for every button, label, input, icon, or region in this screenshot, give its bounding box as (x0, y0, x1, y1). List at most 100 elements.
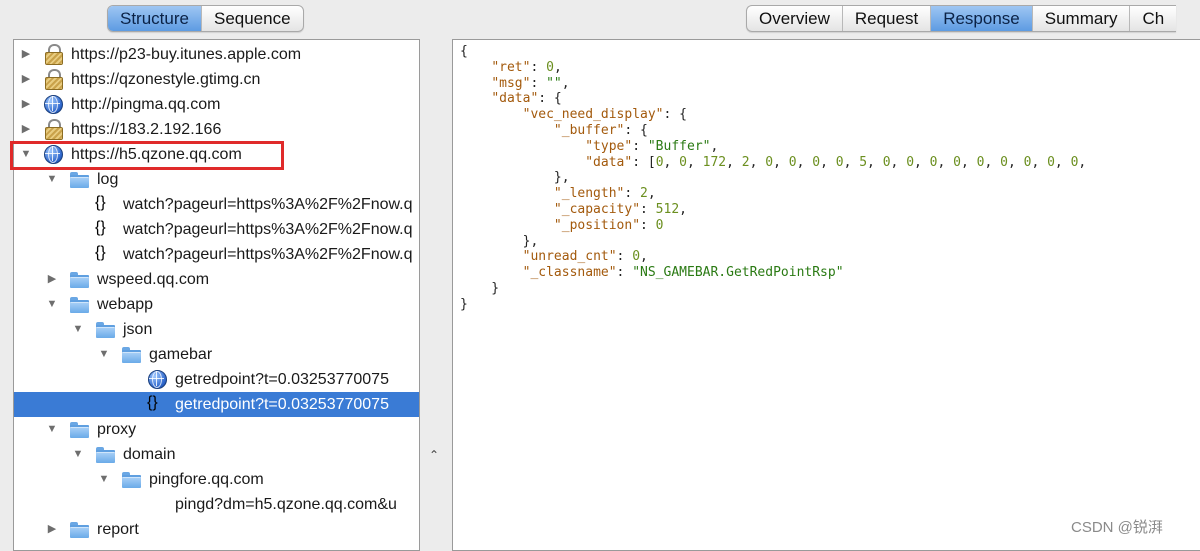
tree-row-label: gamebar (149, 346, 213, 363)
json-punct: : (616, 265, 633, 281)
json-punct: } (460, 280, 500, 296)
disclosure-expanded-icon[interactable]: ▼ (72, 442, 84, 467)
disclosure-collapsed-icon[interactable]: ▶ (46, 517, 58, 542)
json-punct: , (1031, 154, 1048, 170)
json-key: "data" (585, 154, 633, 170)
json-punct: : (530, 75, 547, 91)
scroll-up-icon[interactable]: ⌃ (429, 448, 439, 462)
json-punct: , (867, 154, 883, 170)
json-punct: : (530, 59, 547, 75)
response-json-body: { "ret": 0, "msg": "", "data": { "vec_ne… (460, 44, 1086, 313)
tree-row[interactable]: ▶ wspeed.qq.com (14, 267, 419, 292)
tree-row[interactable]: ▼ domain (14, 442, 419, 467)
tree-row-label: proxy (97, 421, 137, 438)
folder-icon (69, 519, 89, 539)
json-line: }, (460, 233, 539, 249)
tree-row-label: watch?pageurl=https%3A%2F%2Fnow.q (123, 221, 413, 238)
tree-row[interactable]: ▼ json (14, 317, 419, 342)
tree-row[interactable]: ▼ gamebar (14, 342, 419, 367)
lock-icon (43, 119, 63, 140)
disclosure-expanded-icon[interactable]: ▼ (46, 167, 58, 192)
disclosure-expanded-icon[interactable]: ▼ (72, 317, 84, 342)
disclosure-collapsed-icon[interactable]: ▶ (20, 92, 32, 117)
json-line: "ret": 0, (460, 59, 561, 75)
json-line: }, (460, 170, 570, 185)
disclosure-expanded-icon[interactable]: ▼ (46, 417, 58, 442)
json-line: "unread_cnt": 0, (460, 249, 648, 264)
json-punct (460, 60, 491, 75)
json-punct: , (984, 154, 1001, 170)
structure-tree-panel: ▶ https://p23-buy.itunes.apple.com ▶ https:… (13, 39, 420, 551)
json-line: "vec_need_display": { (460, 107, 687, 122)
disclosure-collapsed-icon[interactable]: ▶ (46, 267, 58, 292)
tab-request[interactable]: Request (843, 6, 932, 31)
json-number: 0 (679, 154, 687, 170)
tree-row[interactable]: ▶ https://qzonestyle.gtimg.cn (14, 67, 419, 92)
json-punct (460, 76, 491, 91)
tab-summary[interactable]: Summary (1033, 6, 1131, 31)
json-punct (460, 186, 554, 201)
tree-row-label: https://p23-buy.itunes.apple.com (71, 46, 302, 63)
tree-row[interactable]: ▼ log (14, 167, 419, 192)
json-punct: , (890, 154, 907, 170)
disclosure-expanded-icon[interactable]: ▼ (98, 342, 110, 367)
tree-row[interactable]: pingd?dm=h5.qzone.qq.com&u (14, 492, 419, 517)
tree-row[interactable]: {} getredpoint?t=0.03253770075 (14, 392, 419, 417)
tab-structure[interactable]: Structure (108, 6, 202, 31)
json-punct: }, (460, 170, 570, 186)
tab-chart[interactable]: Ch (1130, 6, 1176, 31)
view-mode-segmented-control: Structure Sequence (107, 5, 304, 32)
tree-row[interactable]: ▼ pingfore.qq.com (14, 467, 419, 492)
json-string: "" (546, 75, 562, 91)
folder-icon (69, 294, 89, 314)
json-line: "data": [0, 0, 172, 2, 0, 0, 0, 0, 5, 0,… (460, 155, 1086, 170)
json-key: "msg" (491, 75, 531, 91)
json-number: 0 (882, 154, 891, 170)
json-punct: : [ (632, 154, 656, 170)
json-string: "Buffer" (647, 138, 711, 154)
json-line: "_capacity": 512, (460, 202, 687, 217)
json-punct: : (640, 217, 656, 233)
globe-icon (147, 369, 167, 389)
tree-row[interactable]: ▶ https://p23-buy.itunes.apple.com (14, 42, 419, 67)
disclosure-collapsed-icon[interactable]: ▶ (20, 67, 32, 92)
tree-row[interactable]: {} watch?pageurl=https%3A%2F%2Fnow.q (14, 192, 419, 217)
json-line: } (460, 281, 499, 296)
json-line: "data": { (460, 91, 561, 106)
json-punct (460, 139, 585, 154)
tree-row-label: watch?pageurl=https%3A%2F%2Fnow.q (123, 246, 413, 263)
json-punct: , (1078, 154, 1087, 170)
json-number: 2 (741, 154, 750, 170)
json-punct: : { (624, 122, 648, 138)
tree-row[interactable]: {} watch?pageurl=https%3A%2F%2Fnow.q (14, 242, 419, 267)
tree-row[interactable]: {} watch?pageurl=https%3A%2F%2Fnow.q (14, 217, 419, 242)
json-number: 0 (1000, 154, 1008, 170)
tree-row[interactable]: getredpoint?t=0.03253770075 (14, 367, 419, 392)
disclosure-expanded-icon[interactable]: ▼ (98, 467, 110, 492)
tree-row[interactable]: ▼ proxy (14, 417, 419, 442)
tree-row[interactable]: ▼ webapp (14, 292, 419, 317)
tree-row-label: report (97, 521, 139, 538)
json-number: 0 (546, 59, 554, 75)
tree-row-label: http://pingma.qq.com (71, 96, 221, 113)
tree-row[interactable]: ▶ report (14, 517, 419, 542)
json-punct: , (640, 249, 648, 265)
disclosure-expanded-icon[interactable]: ▼ (46, 292, 58, 317)
json-punct: , (796, 154, 813, 170)
tree-row[interactable]: ▶ https://183.2.192.166 (14, 117, 419, 142)
tab-response[interactable]: Response (931, 6, 1033, 31)
disclosure-collapsed-icon[interactable]: ▶ (20, 117, 32, 142)
json-punct: , (937, 154, 954, 170)
tree-row[interactable]: ▶ http://pingma.qq.com (14, 92, 419, 117)
json-punct: , (663, 154, 680, 170)
json-doc-icon: {} (95, 244, 106, 261)
json-key: "type" (585, 138, 633, 154)
tab-sequence[interactable]: Sequence (202, 6, 303, 31)
json-string: "NS_GAMEBAR.GetRedPointRsp" (632, 265, 844, 281)
disclosure-collapsed-icon[interactable]: ▶ (20, 42, 32, 67)
tab-overview[interactable]: Overview (747, 6, 843, 31)
tree-row-label: pingfore.qq.com (149, 471, 264, 488)
json-punct: }, (460, 233, 539, 249)
json-key: "unread_cnt" (522, 249, 617, 265)
watermark: CSDN @锐湃 (1071, 519, 1163, 536)
